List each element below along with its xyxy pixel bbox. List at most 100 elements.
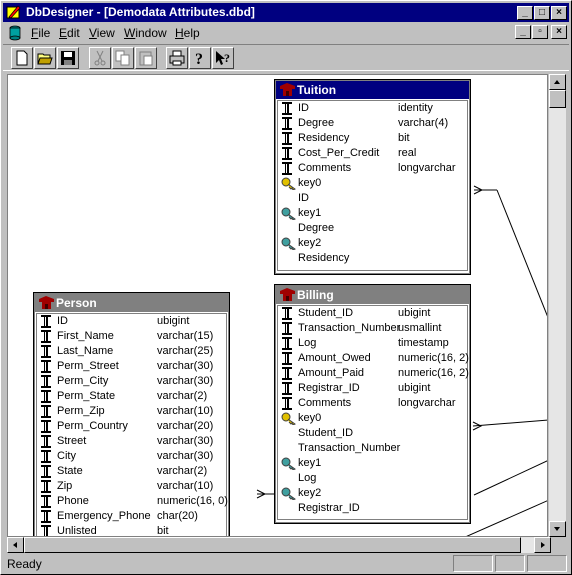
column-icon (41, 525, 51, 536)
field-type: numeric(16, 0) (157, 495, 228, 507)
table-person[interactable]: Person ID ubigint First_Name varchar(15) Las… (33, 292, 230, 536)
scroll-left-button[interactable] (7, 537, 24, 553)
menu-window[interactable]: Window (124, 26, 167, 40)
mdi-close-button[interactable]: × (551, 25, 567, 39)
field-name: Transaction_Number (298, 442, 401, 454)
new-button[interactable] (11, 47, 33, 69)
context-help-button[interactable]: ? (212, 47, 234, 69)
table-row[interactable]: Comments longvarchar (278, 396, 467, 411)
table-row[interactable]: Cost_Per_Credit real (278, 146, 467, 161)
key-column-row[interactable]: Residency (278, 251, 467, 266)
table-billing[interactable]: Billing Student_ID ubigint Transaction_Num… (274, 284, 471, 524)
key-column-row[interactable]: Log (278, 471, 467, 486)
field-name: Amount_Owed (298, 352, 371, 364)
field-name: key1 (298, 457, 322, 469)
field-name: Registrar_ID (298, 382, 360, 394)
table-icon (39, 296, 54, 309)
key-column-row[interactable]: Registrar_ID (278, 501, 467, 516)
field-name: Comments (298, 397, 352, 409)
table-row[interactable]: Log timestamp (278, 336, 467, 351)
key-column-row[interactable]: Degree (278, 221, 467, 236)
table-row[interactable]: Amount_Paid numeric(16, 2) (278, 366, 469, 381)
help-button[interactable]: ? (189, 47, 211, 69)
arrow-up-icon (554, 80, 560, 84)
scroll-thumb[interactable] (549, 90, 566, 108)
save-button[interactable] (57, 47, 79, 69)
column-icon (282, 147, 292, 160)
table-row[interactable]: Student_ID ubigint (278, 306, 467, 321)
table-row[interactable]: Phone numeric(16, 0) (37, 494, 228, 509)
document-icon[interactable] (8, 25, 22, 41)
table-tuition[interactable]: Tuition ID identity Degree varchar(4) Reside… (274, 79, 471, 275)
close-button[interactable]: × (551, 6, 567, 20)
table-row[interactable]: Zip varchar(10) (37, 479, 226, 494)
cut-button[interactable] (89, 47, 111, 69)
table-row[interactable]: Residency bit (278, 131, 467, 146)
table-row[interactable]: key2 (278, 236, 467, 251)
table-row[interactable]: Degree varchar(4) (278, 116, 467, 131)
field-type: identity (398, 102, 433, 114)
table-row[interactable]: Registrar_ID ubigint (278, 381, 467, 396)
field-name: Perm_City (57, 375, 109, 387)
key-column-row[interactable]: ID (278, 191, 467, 206)
field-name: Phone (57, 495, 89, 507)
relation-line (472, 419, 547, 427)
table-row[interactable]: Perm_Country varchar(20) (37, 419, 226, 434)
key-column-row[interactable]: Transaction_Number (278, 441, 467, 456)
table-row[interactable]: key0 (278, 411, 467, 426)
table-row[interactable]: ID identity (278, 101, 467, 116)
menu-help[interactable]: Help (175, 26, 200, 40)
table-header[interactable]: Billing (276, 286, 469, 304)
table-row[interactable]: State varchar(2) (37, 464, 226, 479)
table-row[interactable]: First_Name varchar(15) (37, 329, 226, 344)
table-row[interactable]: key1 (278, 456, 467, 471)
field-name: City (57, 450, 76, 462)
print-button[interactable] (166, 47, 188, 69)
mdi-restore-button[interactable]: ▫ (532, 25, 548, 39)
table-row[interactable]: City varchar(30) (37, 449, 226, 464)
paste-button[interactable] (135, 47, 157, 69)
menu-file[interactable]: File (31, 26, 50, 40)
table-row[interactable]: Transaction_Number usmallint (278, 321, 467, 336)
menu-edit[interactable]: Edit (59, 26, 80, 40)
table-row[interactable]: Emergency_Phone char(20) (37, 509, 226, 524)
table-row[interactable]: Comments longvarchar (278, 161, 467, 176)
scroll-thumb[interactable] (24, 537, 521, 553)
column-icon (282, 337, 292, 350)
vertical-scrollbar[interactable] (549, 74, 566, 537)
maximize-button[interactable]: □ (534, 6, 550, 20)
table-row[interactable]: Unlisted bit (37, 524, 226, 536)
table-row[interactable]: Amount_Owed numeric(16, 2) (278, 351, 469, 366)
field-name: key0 (298, 177, 322, 189)
table-row[interactable]: Last_Name varchar(25) (37, 344, 226, 359)
open-button[interactable] (34, 47, 56, 69)
diagram-canvas[interactable]: Tuition ID identity Degree varchar(4) Reside… (7, 74, 548, 537)
mdi-minimize-button[interactable]: _ (515, 25, 531, 39)
table-row[interactable]: Perm_Zip varchar(10) (37, 404, 226, 419)
primary-key-icon (281, 412, 296, 425)
column-icon (41, 405, 51, 418)
table-header[interactable]: Person (35, 294, 228, 312)
table-row[interactable]: Street varchar(30) (37, 434, 226, 449)
table-row[interactable]: Perm_Street varchar(30) (37, 359, 226, 374)
minimize-button[interactable]: _ (517, 6, 533, 20)
column-icon (41, 450, 51, 463)
field-name: Log (298, 472, 317, 484)
title-bar[interactable]: DbDesigner - [Demodata Attributes.dbd] _… (3, 3, 569, 22)
scroll-down-button[interactable] (549, 521, 566, 537)
table-header[interactable]: Tuition (276, 81, 469, 99)
table-row[interactable]: key0 (278, 176, 467, 191)
table-row[interactable]: Perm_State varchar(2) (37, 389, 226, 404)
scroll-up-button[interactable] (549, 74, 566, 90)
table-row[interactable]: Perm_City varchar(30) (37, 374, 226, 389)
table-row[interactable]: key2 (278, 486, 467, 501)
field-type: longvarchar (398, 397, 456, 409)
table-row[interactable]: key1 (278, 206, 467, 221)
table-row[interactable]: ID ubigint (37, 314, 226, 329)
horizontal-scrollbar[interactable] (7, 537, 551, 553)
field-type: ubigint (157, 315, 190, 327)
key-column-row[interactable]: Student_ID (278, 426, 467, 441)
scroll-right-button[interactable] (534, 537, 551, 553)
copy-button[interactable] (112, 47, 134, 69)
menu-view[interactable]: View (89, 26, 115, 40)
